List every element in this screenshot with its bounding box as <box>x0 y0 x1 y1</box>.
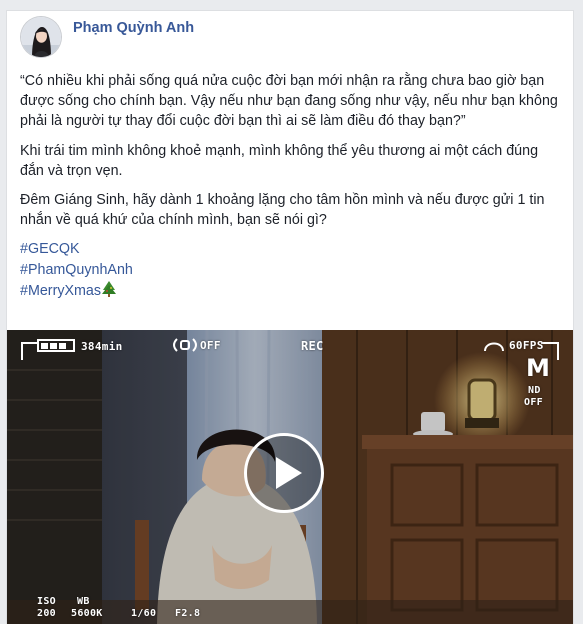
wb-label: WB <box>77 596 90 607</box>
christmas-tree-icon <box>102 281 117 304</box>
wb-value: 5600K <box>71 608 103 619</box>
hashtag-list: #GECQK #PhamQuynhAnh #MerryXmas <box>20 239 560 304</box>
post-text: “Có nhiều khi phải sống quá nửa cuộc đời… <box>20 71 560 304</box>
post-paragraph: Khi trái tim mình không khoẻ mạnh, mình … <box>20 142 539 179</box>
hashtag-link[interactable]: #GECQK <box>20 239 560 260</box>
manual-mode-label: M <box>526 354 551 382</box>
author-name[interactable]: Phạm Quỳnh Anh <box>73 20 194 36</box>
battery-remaining: 384min <box>81 340 123 353</box>
video-player[interactable]: 384min OFF REC 60FPS M ND OFF ISO 200 WB… <box>7 330 573 624</box>
avatar-image <box>21 17 61 57</box>
hashtag-row: #MerryXmas <box>20 281 560 304</box>
iso-value: 200 <box>37 608 56 619</box>
stabilizer-off-label: OFF <box>200 339 221 352</box>
battery-icon <box>37 339 75 352</box>
audio-mode-icon <box>483 337 505 358</box>
shutter-speed: 1/60 <box>131 608 157 619</box>
iso-label: ISO <box>37 596 56 607</box>
post-paragraph: “Có nhiều khi phải sống quá nửa cuộc đời… <box>20 73 558 130</box>
play-button[interactable] <box>244 433 324 513</box>
fps-label: 60FPS <box>509 339 544 352</box>
stabilizer-icon <box>173 337 197 358</box>
nd-label: ND <box>528 385 541 396</box>
post-card: Phạm Quỳnh Anh “Có nhiều khi phải sống q… <box>6 10 574 624</box>
hashtag-link[interactable]: #PhamQuynhAnh <box>20 260 560 281</box>
post-paragraph: Đêm Giáng Sinh, hãy dành 1 khoảng lặng c… <box>20 192 545 229</box>
hashtag-link[interactable]: #MerryXmas <box>20 283 101 299</box>
nd-state-label: OFF <box>524 397 543 408</box>
play-icon <box>276 457 302 489</box>
aperture-value: F2.8 <box>175 608 201 619</box>
rec-indicator: REC <box>301 339 324 353</box>
author-avatar[interactable] <box>21 17 61 57</box>
